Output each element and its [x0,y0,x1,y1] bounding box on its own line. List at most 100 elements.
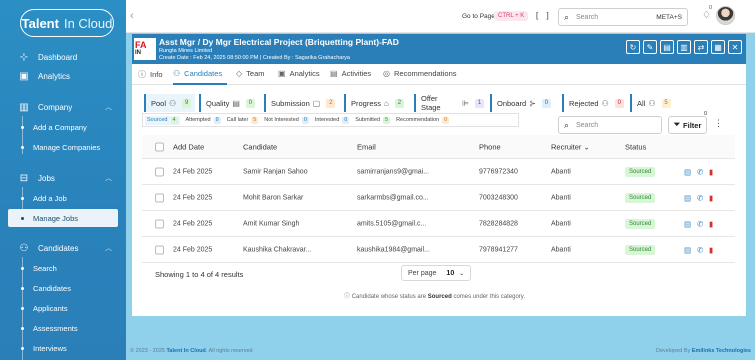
sidebar-item-add-job[interactable]: Add a Job [0,190,126,206]
footer-brand-link[interactable]: Talent In Cloud [166,348,205,354]
row-checkbox[interactable] [155,193,164,202]
delete-icon[interactable]: ▮ [709,193,713,202]
stage-quality[interactable]: Quality ▤ 0 [199,94,259,112]
tab-activities[interactable]: ▤ Activities [330,69,371,78]
rejected-icon: ⚇ [601,98,609,108]
column-header-add-date[interactable]: Add Date [173,142,204,151]
delete-icon[interactable]: ▮ [709,219,713,228]
filter-button[interactable]: ⏷ Filter [668,116,707,134]
subfilter-sourced[interactable]: Sourced 4 [145,115,180,125]
sidebar-item-analytics[interactable]: ▣ Analytics [0,67,126,85]
column-header-phone[interactable]: Phone [479,142,501,151]
bullet-icon [21,286,24,290]
sidebar-item-assessments[interactable]: Assessments [0,320,126,336]
more-options-icon[interactable]: ⋮ [714,118,723,129]
brand-logo[interactable]: Talent In Cloud [20,9,114,37]
sidebar-item-interviews[interactable]: Interviews [0,340,126,356]
sidebar-item-dashboard[interactable]: ⊹ Dashboard [0,48,126,66]
job-company: Rungta Mines Limited [159,48,213,54]
per-page-select[interactable]: Per page 10 ⌄ [401,265,471,281]
sidebar-item-candidates-list[interactable]: Candidates [0,280,126,296]
table-row[interactable]: 24 Feb 2025 Mohit Baron Sarkar sarkarmbs… [142,185,735,211]
stage-offer[interactable]: Offer Stage ⊫ 1 [414,94,484,112]
file-icon[interactable]: ▥ [677,40,691,54]
sidebar-item-search[interactable]: Search [0,260,126,276]
stage-rejected[interactable]: Rejected ⚇ 0 [562,94,624,112]
candidate-search-input[interactable]: ⌕ Search [558,116,662,134]
sidebar-item-candidates[interactable]: ⚇ Candidates ︿ [0,239,126,257]
row-checkbox[interactable] [155,245,164,254]
subfilter-interested[interactable]: Interested 0 [315,116,350,124]
sidebar-item-add-company[interactable]: Add a Company [0,119,126,135]
row-checkbox[interactable] [155,167,164,176]
subfilter-call-later[interactable]: Call later 5 [227,116,259,124]
row-checkbox[interactable] [155,219,164,228]
cell-email: sarkarmbs@gmail.co... [357,194,429,201]
stage-pool[interactable]: Pool ⚇ 9 [144,94,195,112]
avatar[interactable] [716,6,735,25]
expand-icon[interactable]: [ ] [536,11,552,20]
tab-recommendations[interactable]: ◎ Recommendations [383,69,457,78]
users-icon: ⚇ [173,69,181,78]
table-row[interactable]: 24 Feb 2025 Samir Ranjan Sahoo samirranj… [142,159,735,185]
resume-icon[interactable]: ▤ [684,219,691,228]
subfilter-not-interested[interactable]: Not Interested 0 [264,116,309,124]
bell-icon[interactable]: ♢ [702,10,711,21]
cell-candidate[interactable]: Samir Ranjan Sahoo [243,168,308,175]
search-placeholder: Search [576,122,599,129]
resume-icon[interactable]: ▤ [684,193,691,202]
delete-icon[interactable]: ▮ [709,245,713,254]
activities-icon: ▤ [330,69,338,78]
table-row[interactable]: 24 Feb 2025 Kaushika Chakravar... kaushi… [142,237,735,263]
analytics-icon: ▣ [19,70,29,82]
subfilter-label: Recommendation [396,117,440,123]
refresh-icon[interactable]: ↻ [626,40,640,54]
subfilter-attempted[interactable]: Attempted 0 [186,116,221,124]
sidebar-item-label: Manage Companies [33,142,101,152]
developer-link[interactable]: Emilinks Technologies [692,348,751,354]
stage-submission[interactable]: Submission ▢ 2 [264,94,336,112]
stage-onboard[interactable]: Onboard ⊱ 0 [490,94,552,112]
resume-icon[interactable]: ▤ [684,167,691,176]
select-all-checkbox[interactable] [155,142,164,151]
column-header-candidate[interactable]: Candidate [243,142,277,151]
phone-icon[interactable]: ✆ [697,219,703,228]
tab-candidates[interactable]: ⚇ Candidates [173,69,222,78]
delete-icon[interactable]: ▮ [709,167,713,176]
column-header-email[interactable]: Email [357,142,376,151]
global-search-input[interactable]: ⌕ Search META+S [558,8,688,26]
tab-team[interactable]: ◇ Team [236,69,265,78]
share-icon[interactable]: ⇄ [694,40,708,54]
phone-icon[interactable]: ✆ [697,245,703,254]
cell-candidate[interactable]: Amit Kumar Singh [243,220,299,227]
column-header-status[interactable]: Status [625,142,646,151]
cell-candidate[interactable]: Kaushika Chakravar... [243,246,311,253]
chevron-left-icon[interactable]: ‹ [130,10,134,22]
sidebar-item-company[interactable]: ▥ Company ︿ [0,98,126,116]
sidebar-item-applicants[interactable]: Applicants [0,300,126,316]
edit-icon[interactable]: ✎ [643,40,657,54]
stage-count: 0 [541,98,551,108]
sidebar-item-label: Jobs [38,173,55,183]
document-icon[interactable]: ▤ [660,40,674,54]
phone-icon[interactable]: ✆ [697,193,703,202]
copy-icon[interactable]: ▦ [711,40,725,54]
column-header-recruiter[interactable]: Recruiter ⌄ [551,142,590,151]
sidebar-item-manage-companies[interactable]: Manage Companies [0,139,126,155]
tab-info[interactable]: ⓘ Info [138,69,163,80]
subfilter-submitted[interactable]: Submitted 5 [355,116,391,124]
delete-icon[interactable]: ✕ [728,40,742,54]
sidebar-item-manage-jobs[interactable]: Manage Jobs [8,209,118,227]
shortcut-badge[interactable]: CTRL + K [494,11,529,21]
phone-icon[interactable]: ✆ [697,167,703,176]
stage-all[interactable]: All ⚇ 5 [630,94,672,112]
resume-icon[interactable]: ▤ [684,245,691,254]
table-row[interactable]: 24 Feb 2025 Amit Kumar Singh amits.5105@… [142,211,735,237]
sidebar-item-jobs[interactable]: ⊟ Jobs ︿ [0,169,126,187]
job-tabs: ⓘ Info ⚇ Candidates ◇ Team ▣ Analytics ▤… [132,65,746,85]
subfilter-recommendation[interactable]: Recommendation 0 [396,116,450,124]
sidebar-item-label: Analytics [38,71,71,81]
stage-progress[interactable]: Progress ⌂ 2 [344,94,406,112]
tab-analytics[interactable]: ▣ Analytics [278,69,320,78]
cell-candidate[interactable]: Mohit Baron Sarkar [243,194,303,201]
